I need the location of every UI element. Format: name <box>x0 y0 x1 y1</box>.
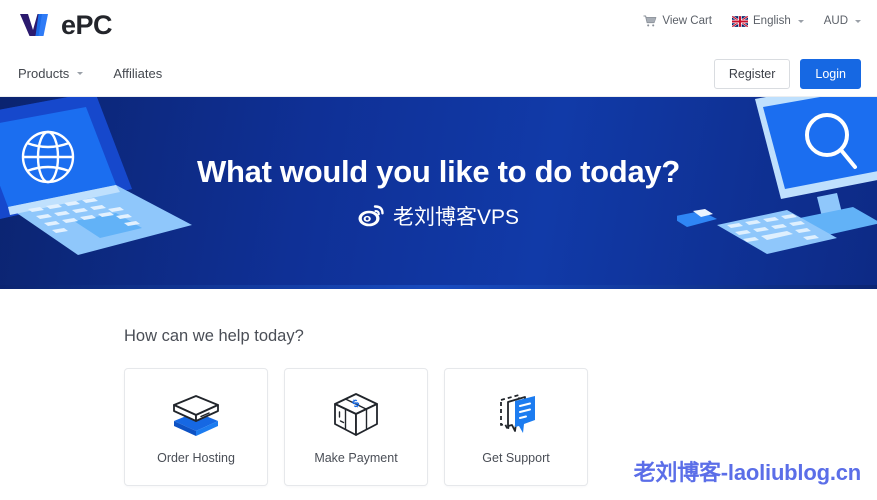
shopping-cart-icon <box>643 15 657 27</box>
view-cart-link[interactable]: View Cart <box>643 15 712 27</box>
card-icon-wrap: $ <box>329 389 383 441</box>
help-section-title: How can we help today? <box>124 327 304 345</box>
stacked-server-box-icon <box>173 395 219 436</box>
chevron-down-icon <box>855 19 861 23</box>
hero-watermark-text: 老刘博客VPS <box>392 206 520 230</box>
register-button[interactable]: Register <box>713 58 791 89</box>
currency-selector[interactable]: AUD <box>824 15 861 27</box>
top-utility-bar: ePC View Cart English AUD <box>0 0 877 50</box>
hero-watermark: 老刘博客VPS <box>358 201 519 231</box>
hero-title: What would you like to do today? <box>197 153 680 189</box>
main-navigation: Products Affiliates Register Login <box>0 50 877 97</box>
card-icon-wrap <box>489 389 543 441</box>
weibo-icon <box>358 205 384 227</box>
nav-link-list: Products Affiliates <box>18 50 162 97</box>
card-get-support[interactable]: Get Support <box>444 368 588 486</box>
card-make-payment[interactable]: $ Make Payment <box>284 368 428 486</box>
card-icon-wrap <box>168 389 224 441</box>
dollar-cube-box-icon: $ <box>334 393 378 436</box>
card-label-get-support: Get Support <box>482 451 550 465</box>
card-label-order-hosting: Order Hosting <box>157 451 235 465</box>
logo-text: ePC <box>61 9 113 40</box>
login-button[interactable]: Login <box>800 58 861 89</box>
card-order-hosting[interactable]: Order Hosting <box>124 368 268 486</box>
nav-item-affiliates-label: Affiliates <box>113 66 163 81</box>
uk-flag-icon <box>732 15 748 27</box>
nav-item-affiliates[interactable]: Affiliates <box>113 66 162 81</box>
help-section: How can we help today? Order Hosting $ M… <box>0 289 877 500</box>
nav-actions: Register Login <box>713 50 861 97</box>
site-logo[interactable]: ePC <box>18 8 113 42</box>
hero-content: What would you like to do today? 老刘博客VPS <box>0 97 877 289</box>
chat-bubbles-icon <box>500 394 535 433</box>
nav-item-products[interactable]: Products <box>18 66 84 81</box>
view-cart-label: View Cart <box>662 15 712 27</box>
language-selector[interactable]: English <box>732 15 804 27</box>
currency-label: AUD <box>823 15 848 27</box>
language-label: English <box>753 15 791 27</box>
chevron-down-icon <box>77 72 84 75</box>
hero-banner: What would you like to do today? 老刘博客VPS <box>0 97 877 289</box>
card-label-make-payment: Make Payment <box>314 451 398 465</box>
page-watermark: 老刘博客-laoliublog.cn <box>633 460 862 485</box>
chevron-down-icon <box>797 19 804 23</box>
wepc-logo-mark <box>20 14 48 36</box>
utility-links: View Cart English AUD <box>643 15 861 27</box>
nav-item-products-label: Products <box>18 66 70 81</box>
